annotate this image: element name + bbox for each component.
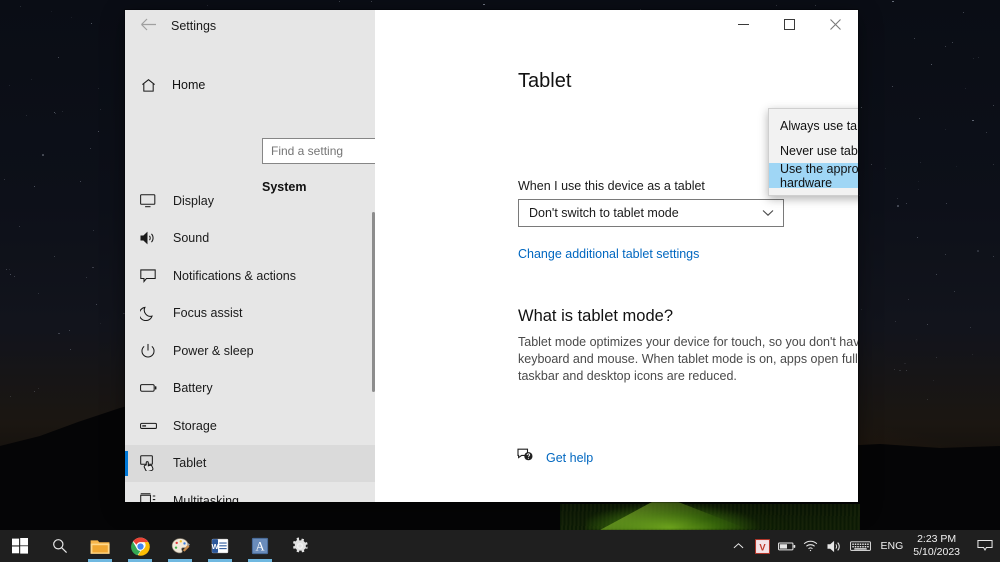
chrome-button[interactable] <box>120 530 160 562</box>
language-indicator[interactable]: ENG <box>875 540 912 552</box>
battery-icon <box>138 382 158 394</box>
speaker-icon <box>138 231 158 245</box>
settings-button[interactable] <box>280 530 320 562</box>
letter-a-app-icon: A <box>251 537 269 555</box>
sidebar-item-label: Battery <box>173 381 213 395</box>
sidebar-item-label-home: Home <box>172 78 206 92</box>
sidebar-item-label: Multitasking <box>173 493 239 503</box>
section-body-text: Tablet mode optimizes your device for to… <box>518 335 858 383</box>
page-title: Tablet <box>518 70 572 92</box>
home-icon <box>138 78 158 93</box>
clock[interactable]: 2:23 PM 5/10/2023 <box>911 533 970 559</box>
maximize-button[interactable] <box>766 10 812 42</box>
close-icon <box>829 17 841 35</box>
speaker-icon <box>827 540 840 552</box>
battery-tray-icon-button[interactable] <box>775 530 799 562</box>
sidebar-item-display[interactable]: Display <box>125 182 375 219</box>
sidebar-item-focus-assist[interactable]: Focus assist <box>125 295 375 332</box>
show-hidden-icons-button[interactable] <box>727 530 751 562</box>
search-box[interactable] <box>262 138 375 164</box>
wifi-icon <box>803 540 818 552</box>
search-button[interactable] <box>40 530 80 562</box>
storage-icon <box>138 421 158 431</box>
svg-text:V: V <box>759 542 766 552</box>
dropdown-option-2[interactable]: Never use tablet mode <box>769 138 858 163</box>
sidebar-item-label: Focus assist <box>173 306 243 320</box>
letter-v-icon: V <box>755 538 770 554</box>
back-arrow-icon <box>140 18 157 36</box>
sidebar-item-home[interactable]: Home <box>125 70 375 100</box>
chevron-up-icon <box>733 543 744 549</box>
vpn-tray-icon-button[interactable]: V <box>751 530 775 562</box>
tablet-mode-dropdown-list[interactable]: Always use tablet modeNever use tablet m… <box>768 108 858 196</box>
sidebar-item-storage[interactable]: Storage <box>125 407 375 444</box>
minimize-button[interactable] <box>720 10 766 42</box>
clock-time: 2:23 PM <box>917 533 957 545</box>
volume-tray-icon-button[interactable] <box>823 530 847 562</box>
clock-date: 5/10/2023 <box>913 546 960 558</box>
section-heading: What is tablet mode? <box>518 307 673 325</box>
svg-text:A: A <box>255 540 264 554</box>
notification-center-button[interactable] <box>970 530 1000 562</box>
sidebar-item-label: Notifications & actions <box>173 268 296 283</box>
system-tray[interactable]: V ENG 2:23 PM 5/10/2023 <box>727 530 1000 562</box>
help-chat-icon <box>517 448 533 467</box>
multitasking-icon <box>138 493 158 502</box>
power-icon <box>138 343 158 359</box>
folder-icon <box>90 539 110 554</box>
sidebar-item-tablet[interactable]: Tablet <box>125 444 375 482</box>
keyboard-icon <box>850 541 871 551</box>
keyboard-tray-icon-button[interactable] <box>847 530 875 562</box>
settings-content-pane: Tablet When I use this device as a table… <box>375 42 858 502</box>
dropdown-option-3[interactable]: Use the appropriate mode for my hardware <box>769 162 858 190</box>
sidebar-item-label: Sound <box>173 231 210 245</box>
search-icon <box>53 539 68 554</box>
chevron-down-icon <box>762 204 774 222</box>
paint-palette-icon <box>171 537 190 553</box>
settings-sidebar[interactable]: Home System DisplaySoundNotifications & … <box>125 42 375 502</box>
moon-icon <box>138 305 158 321</box>
chat-bubble-icon <box>138 268 158 283</box>
sidebar-item-label: Tablet <box>173 456 207 470</box>
get-help-row[interactable]: Get help <box>517 448 593 467</box>
gear-icon <box>293 537 308 553</box>
settings-window[interactable]: Settings Home Find a setting System Disp… <box>125 10 858 502</box>
sidebar-item-power-sleep[interactable]: Power & sleep <box>125 332 375 369</box>
maximize-icon <box>783 17 795 35</box>
search-input[interactable] <box>263 139 375 163</box>
tablet-hand-icon <box>138 455 158 471</box>
app-a-button[interactable]: A <box>240 530 280 562</box>
windows-logo-icon <box>12 538 28 554</box>
word-button[interactable]: W <box>200 530 240 562</box>
paint-button[interactable] <box>160 530 200 562</box>
change-additional-tablet-settings-link[interactable]: Change additional tablet settings <box>518 247 699 261</box>
sidebar-item-notifications-actions[interactable]: Notifications & actions <box>125 257 375 294</box>
sidebar-item-battery[interactable]: Battery <box>125 370 375 407</box>
network-tray-icon-button[interactable] <box>799 530 823 562</box>
sidebar-item-label: Storage <box>173 418 217 433</box>
word-icon: W <box>211 538 229 554</box>
sidebar-item-label: Display <box>173 193 214 208</box>
sidebar-item-multitasking[interactable]: Multitasking <box>125 482 375 502</box>
notification-icon <box>977 540 993 551</box>
when-tablet-label: When I use this device as a tablet <box>518 179 705 193</box>
window-title: Settings <box>171 19 217 33</box>
sidebar-item-sound[interactable]: Sound <box>125 220 375 257</box>
when-tablet-value: Don't switch to tablet mode <box>529 206 679 220</box>
chrome-icon <box>130 537 150 556</box>
sidebar-item-label: Power & sleep <box>173 343 254 358</box>
monitor-icon <box>138 193 158 208</box>
taskbar[interactable]: W A V ENG 2:23 PM 5/10/2023 <box>0 530 1000 562</box>
minimize-icon <box>737 17 749 35</box>
when-tablet-combobox[interactable]: Don't switch to tablet mode <box>518 199 784 227</box>
dropdown-option-1[interactable]: Always use tablet mode <box>769 113 858 138</box>
battery-icon <box>777 541 795 550</box>
get-help-label[interactable]: Get help <box>546 451 593 465</box>
svg-text:W: W <box>211 542 219 551</box>
back-button[interactable] <box>133 14 163 40</box>
start-button[interactable] <box>0 530 40 562</box>
file-explorer-button[interactable] <box>80 530 120 562</box>
close-button[interactable] <box>812 10 858 42</box>
